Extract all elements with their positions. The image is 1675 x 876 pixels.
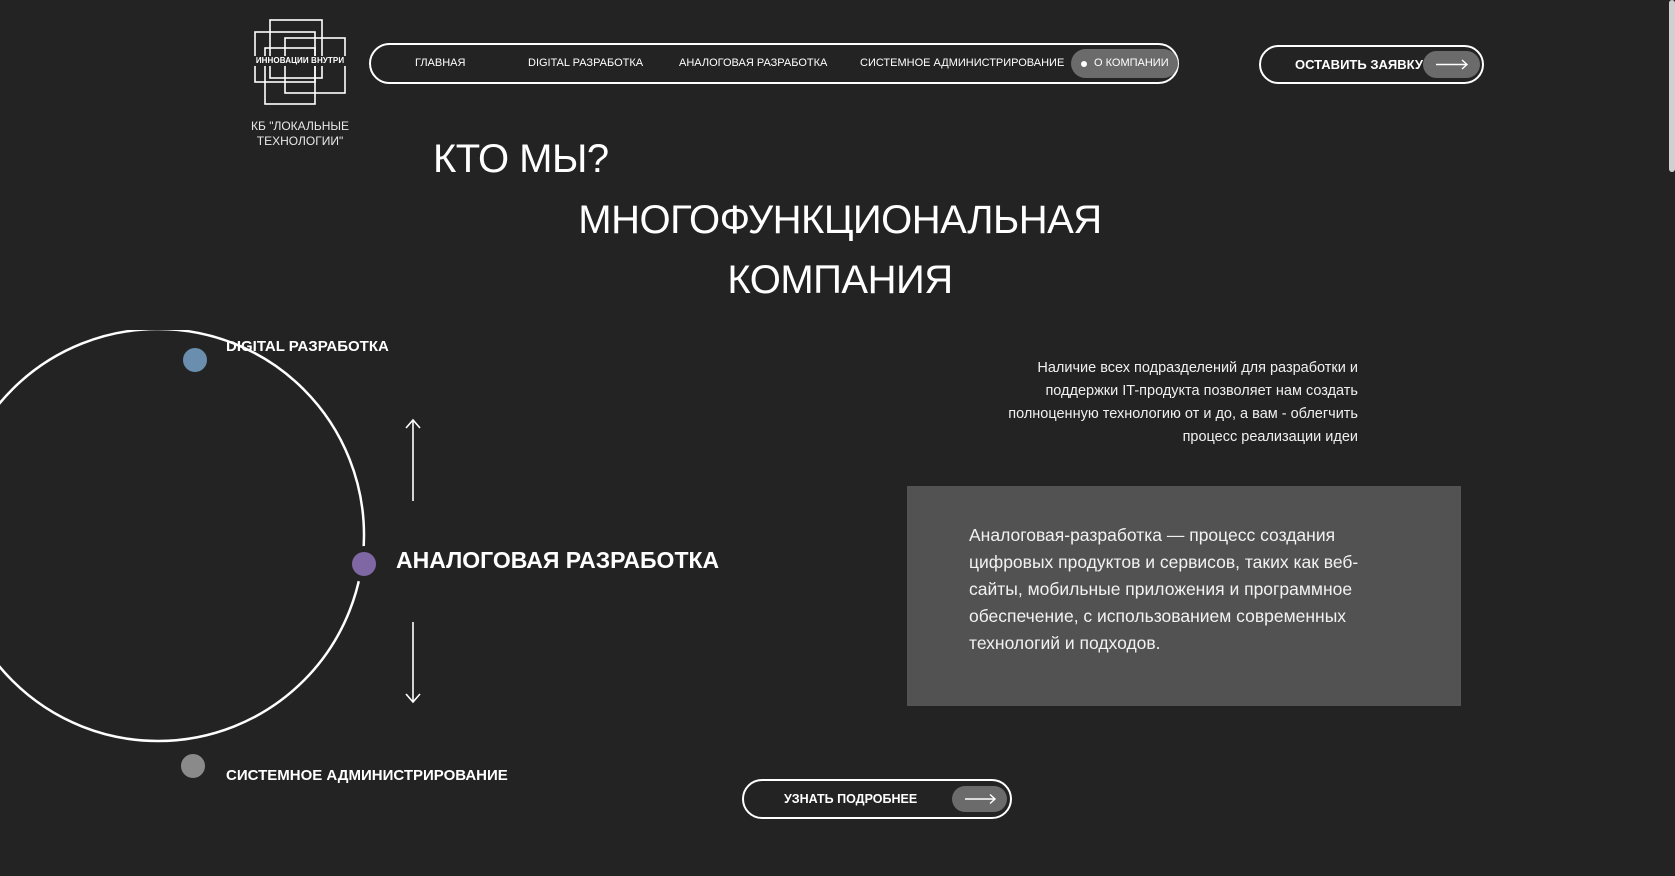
analog-label[interactable]: АНАЛОГОВАЯ РАЗРАБОТКА: [396, 547, 719, 574]
arrow-down-icon[interactable]: [405, 622, 421, 704]
who-are-we-heading: КТО МЫ?: [433, 137, 609, 181]
learn-more-label: УЗНАТЬ ПОДРОБНЕЕ: [784, 792, 918, 806]
digital-dot[interactable]: [177, 342, 213, 378]
company-name: КБ "ЛОКАЛЬНЫЕ ТЕХНОЛОГИИ": [251, 119, 349, 148]
nav-item-analog[interactable]: АНАЛОГОВАЯ РАЗРАБОТКА: [679, 45, 827, 82]
hero-heading-line1: МНОГОФУНКЦИОНАЛЬНАЯ: [578, 198, 1102, 242]
digital-label[interactable]: DIGITAL РАЗРАБОТКА: [226, 338, 389, 355]
arrow-right-icon: [952, 786, 1007, 812]
arrow-up-icon[interactable]: [405, 418, 421, 501]
sysadmin-dot[interactable]: [175, 748, 211, 784]
service-card: Аналоговая-разработка — процесс создания…: [907, 486, 1461, 706]
orbit-circle: [0, 330, 366, 743]
hero-heading-line2: КОМПАНИЯ: [727, 258, 953, 302]
sysadmin-label[interactable]: СИСТЕМНОЕ АДМИНИСТРИРОВАНИЕ: [226, 767, 508, 784]
hero-heading: МНОГОФУНКЦИОНАЛЬНАЯ КОМПАНИЯ: [0, 190, 1675, 310]
leave-request-button[interactable]: ОСТАВИТЬ ЗАЯВКУ: [1259, 45, 1484, 84]
arrow-right-icon: [1423, 51, 1480, 78]
nav-item-sysadmin[interactable]: СИСТЕМНОЕ АДМИНИСТРИРОВАНИЕ: [860, 45, 1064, 82]
main-nav: ГЛАВНАЯ DIGITAL РАЗРАБОТКА АНАЛОГОВАЯ РА…: [369, 43, 1179, 84]
service-card-text: Аналоговая-разработка — процесс создания…: [969, 525, 1359, 653]
active-dot-icon: [1081, 61, 1087, 67]
learn-more-button[interactable]: УЗНАТЬ ПОДРОБНЕЕ: [742, 779, 1012, 819]
page-scrollbar[interactable]: [1669, 0, 1675, 172]
logo[interactable]: ИННОВАЦИИ ВНУТРИ: [250, 18, 350, 108]
page: ИННОВАЦИИ ВНУТРИ КБ "ЛОКАЛЬНЫЕ ТЕХНОЛОГИ…: [0, 0, 1675, 876]
company-description: Наличие всех подразделений для разработк…: [1008, 360, 1358, 445]
nav-item-about[interactable]: О КОМПАНИИ: [1071, 49, 1178, 78]
nav-item-digital[interactable]: DIGITAL РАЗРАБОТКА: [528, 45, 643, 82]
analog-dot[interactable]: [346, 546, 382, 582]
logo-text: ИННОВАЦИИ ВНУТРИ: [250, 56, 350, 66]
nav-item-home[interactable]: ГЛАВНАЯ: [415, 45, 465, 82]
nav-item-about-label: О КОМПАНИИ: [1094, 57, 1169, 69]
leave-request-label: ОСТАВИТЬ ЗАЯВКУ: [1295, 57, 1423, 72]
